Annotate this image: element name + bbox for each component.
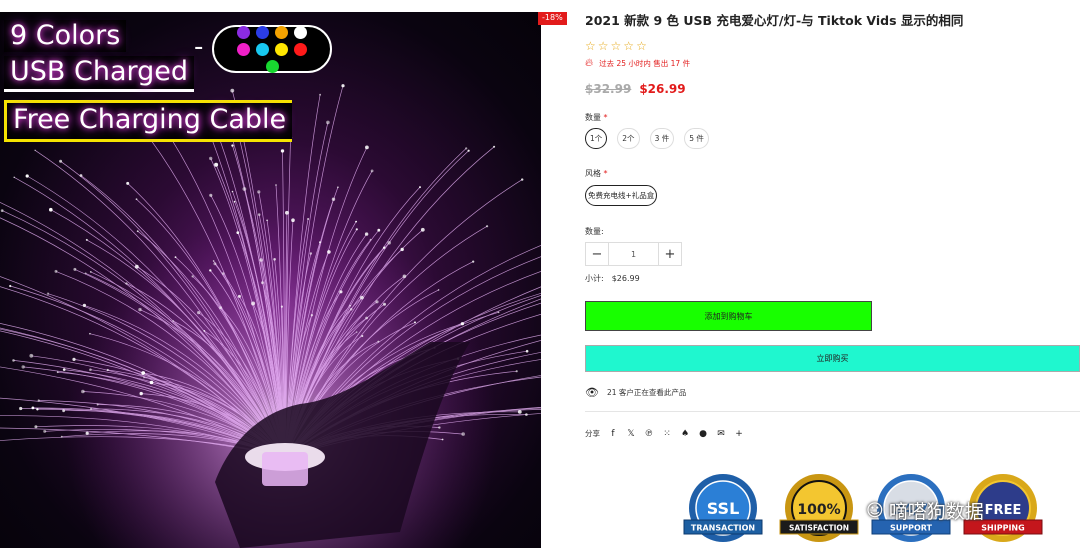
subtotal-label: 小计: — [585, 274, 604, 283]
satisfaction-badge: 100% SATISFACTION — [778, 470, 860, 552]
product-image[interactable]: 9 Colors USB Charged Free Charging Cable… — [0, 12, 541, 548]
style-option-label: 风格 * — [585, 169, 608, 178]
svg-text:SSL: SSL — [707, 499, 740, 518]
divider — [585, 411, 1080, 412]
ssl-badge: SSL TRANSACTION — [682, 470, 764, 552]
price-block: $32.99 $26.99 — [585, 82, 686, 96]
qty-minus-button[interactable]: − — [586, 243, 608, 265]
quantity-option-2[interactable]: 2个 — [617, 128, 640, 149]
product-title: 2021 新款 9 色 USB 充电爱心灯/灯-与 Tiktok Vids 显示… — [585, 13, 964, 28]
overlay-text-cable: Free Charging Cable — [4, 100, 293, 142]
reddit-icon[interactable]: ● — [698, 429, 708, 439]
flame-icon: 🔥︎ — [585, 56, 594, 69]
svg-text:SUPPORT: SUPPORT — [890, 524, 933, 533]
qty-input[interactable]: 1 — [608, 243, 659, 265]
subtotal: 小计: $26.99 — [585, 273, 640, 284]
star-icon: ☆ — [623, 39, 635, 53]
color-swatch — [265, 59, 279, 73]
pinterest-icon[interactable]: ℗ — [644, 429, 654, 439]
quantity-option-3[interactable]: 3 件 — [649, 128, 675, 149]
overlay-dash: - — [194, 32, 204, 62]
star-icon: ☆ — [636, 39, 647, 53]
color-swatch — [237, 42, 250, 56]
color-swatch — [294, 25, 307, 39]
share-bar: 分享 f 𝕏 ℗ ⁙ ♠ ● ✉ + — [585, 428, 744, 439]
svg-text:100%: 100% — [797, 502, 840, 518]
color-swatch — [275, 25, 288, 39]
overlay-text-colors: 9 Colors — [4, 20, 127, 52]
svg-text:SATISFACTION: SATISFACTION — [789, 524, 849, 533]
share-label: 分享 — [585, 429, 600, 438]
star-icon: ☆ — [610, 39, 622, 53]
more-share-icon[interactable]: + — [734, 429, 744, 439]
snapchat-icon[interactable]: ♠ — [680, 429, 690, 439]
star-icon: ☆ — [597, 39, 609, 53]
sale-price: $26.99 — [639, 82, 686, 96]
sold-text: 过去 25 小时内 售出 17 件 — [599, 58, 691, 68]
color-swatch — [256, 25, 269, 39]
color-swatch — [256, 42, 269, 56]
email-icon[interactable]: ✉ — [716, 429, 726, 439]
rating-stars[interactable]: ☆ ☆ ☆ ☆ ☆ — [585, 40, 647, 52]
sold-counter: 🔥︎ 过去 25 小时内 售出 17 件 — [585, 56, 690, 70]
add-to-cart-button[interactable]: 添加到购物车 — [585, 301, 872, 331]
svg-text:SHIPPING: SHIPPING — [981, 524, 1024, 533]
star-icon: ☆ — [585, 39, 596, 53]
svg-text:TRANSACTION: TRANSACTION — [691, 524, 755, 533]
fiber-optic-lamp-illustration — [0, 12, 541, 548]
wechat-icon: ☺ — [866, 500, 884, 521]
eye-icon: 👁︎ — [585, 386, 599, 399]
quantity-option-label: 数量 * — [585, 113, 608, 122]
quantity-options: 1个 2个 3 件 5 件 — [585, 128, 709, 149]
qty-label: 数量: — [585, 227, 604, 236]
twitter-icon[interactable]: 𝕏 — [626, 429, 636, 439]
watermark-text: 嘀嗒狗数据 — [888, 501, 984, 523]
viewers-text: 21 客户正在查看此产品 — [606, 388, 687, 397]
watermark: ☺ 嘀嗒狗数据 — [866, 497, 984, 524]
color-swatch — [294, 42, 307, 56]
subtotal-value: $26.99 — [611, 274, 640, 283]
svg-text:FREE: FREE — [985, 503, 1022, 518]
quantity-option-5[interactable]: 5 件 — [684, 128, 709, 149]
color-swatch — [275, 42, 288, 56]
quantity-option-1[interactable]: 1个 — [585, 128, 608, 149]
color-swatch — [237, 25, 250, 39]
facebook-icon[interactable]: f — [608, 429, 618, 439]
qty-plus-button[interactable]: + — [659, 243, 681, 265]
discount-badge: -18% — [538, 12, 567, 25]
style-option-cable-giftbox[interactable]: 免费充电线+礼品盒 — [585, 185, 658, 206]
grid-share-icon[interactable]: ⁙ — [662, 429, 672, 439]
color-swatch-pill — [212, 25, 332, 73]
buy-now-button[interactable]: 立即购买 — [585, 345, 1080, 372]
original-price: $32.99 — [585, 82, 632, 96]
quantity-stepper: − 1 + — [585, 242, 682, 266]
viewers-notice: 👁︎ 21 客户正在查看此产品 — [585, 386, 686, 399]
overlay-text-usb: USB Charged — [4, 56, 195, 92]
